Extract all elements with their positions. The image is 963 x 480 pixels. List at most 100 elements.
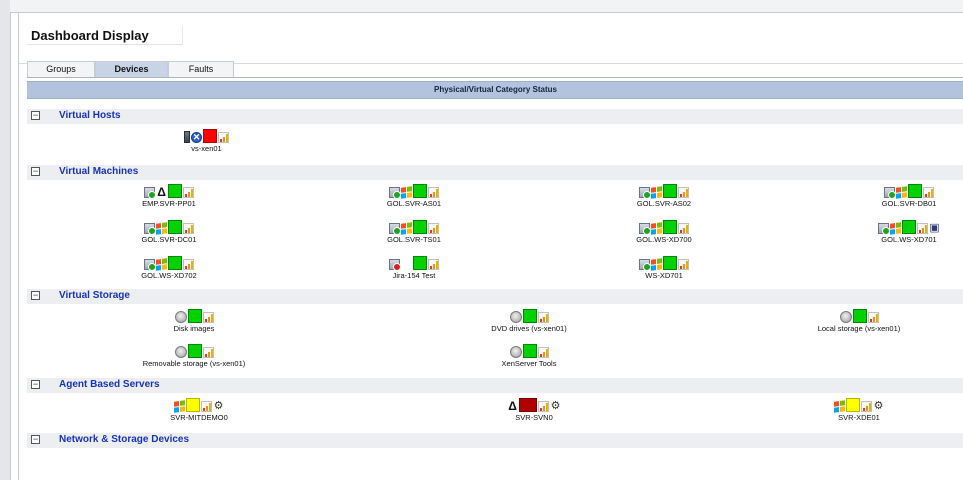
section-title: Virtual Storage bbox=[59, 290, 130, 301]
device-tile[interactable]: Local storage (vs-xen01) bbox=[789, 308, 929, 333]
chart-icon[interactable] bbox=[428, 223, 439, 234]
status-indicator bbox=[413, 184, 427, 198]
device-tile[interactable]: GOL.SVR-AS02 bbox=[614, 183, 714, 208]
device-label[interactable]: EMP.SVR-PP01 bbox=[119, 199, 219, 208]
device-label[interactable]: DVD drives (vs-xen01) bbox=[464, 324, 594, 333]
device-tile[interactable]: GOL.SVR-AS01 bbox=[364, 183, 464, 208]
status-indicator bbox=[663, 256, 677, 270]
device-tile[interactable]: XenServer Tools bbox=[474, 343, 584, 368]
device-label[interactable]: GOL.WS-XD701 bbox=[859, 235, 959, 244]
device-tile[interactable]: Jira-154 Test bbox=[364, 255, 464, 280]
vm-icon bbox=[144, 187, 156, 199]
device-tile[interactable]: ⚙ SVR-XDE01 bbox=[809, 397, 909, 422]
windows-icon bbox=[156, 222, 167, 235]
windows-icon bbox=[896, 186, 907, 199]
agent-icon[interactable]: ⚙ bbox=[550, 401, 561, 412]
device-tile[interactable]: GOL.SVR-TS01 bbox=[364, 219, 464, 244]
blank-icon bbox=[401, 259, 412, 270]
collapse-icon[interactable]: − bbox=[31, 111, 40, 120]
disk-icon bbox=[174, 346, 187, 358]
vm-icon bbox=[639, 223, 651, 235]
linux-icon: Δ bbox=[157, 185, 166, 199]
vm-icon bbox=[389, 223, 401, 235]
status-indicator bbox=[203, 129, 217, 143]
windows-icon bbox=[174, 400, 185, 413]
chart-icon[interactable] bbox=[537, 347, 549, 358]
status-indicator bbox=[522, 309, 537, 323]
collapse-icon[interactable]: − bbox=[31, 435, 40, 444]
chart-icon[interactable] bbox=[678, 187, 689, 198]
device-label[interactable]: GOL.SVR-TS01 bbox=[364, 235, 464, 244]
device-label[interactable]: WS-XD701 bbox=[614, 271, 714, 280]
collapse-icon[interactable]: − bbox=[31, 167, 40, 176]
device-tile[interactable]: Δ ⚙ SVR-SVN0 bbox=[484, 397, 584, 422]
device-label[interactable]: SVR-XDE01 bbox=[809, 413, 909, 422]
chart-icon[interactable] bbox=[428, 259, 439, 270]
status-indicator bbox=[663, 220, 677, 234]
device-label[interactable]: GOL.SVR-DC01 bbox=[119, 235, 219, 244]
tab-devices[interactable]: Devices bbox=[95, 61, 168, 77]
remote-desktop-icon[interactable]: ▣ bbox=[929, 223, 940, 234]
left-frame bbox=[0, 0, 11, 480]
category-status-header: Physical/Virtual Category Status bbox=[27, 81, 963, 99]
chart-icon[interactable] bbox=[678, 223, 689, 234]
chart-icon[interactable] bbox=[183, 187, 194, 198]
windows-icon bbox=[890, 222, 901, 235]
status-indicator bbox=[187, 344, 202, 358]
chart-icon[interactable] bbox=[183, 223, 194, 234]
device-tile[interactable]: GOL.SVR-DC01 bbox=[119, 219, 219, 244]
windows-icon bbox=[651, 258, 662, 271]
device-tile[interactable]: ⚙ SVR-MITDEMO0 bbox=[144, 397, 254, 422]
chart-icon[interactable] bbox=[428, 187, 439, 198]
collapse-icon[interactable]: − bbox=[31, 380, 40, 389]
chart-icon[interactable] bbox=[538, 401, 549, 412]
tab-faults[interactable]: Faults bbox=[168, 61, 234, 77]
chart-icon[interactable] bbox=[861, 401, 872, 412]
device-tile[interactable]: GOL.SVR-DB01 bbox=[859, 183, 959, 208]
device-tile[interactable]: ✕ vs-xen01 bbox=[159, 128, 254, 153]
chart-icon[interactable] bbox=[867, 312, 879, 323]
device-label[interactable]: Disk images bbox=[134, 324, 254, 333]
device-label[interactable]: GOL.SVR-AS02 bbox=[614, 199, 714, 208]
chart-icon[interactable] bbox=[537, 312, 549, 323]
device-label[interactable]: GOL.WS-XD700 bbox=[614, 235, 714, 244]
chart-icon[interactable] bbox=[201, 401, 212, 412]
chart-icon[interactable] bbox=[218, 132, 229, 143]
device-label[interactable]: GOL.SVR-AS01 bbox=[364, 199, 464, 208]
device-label[interactable]: GOL.WS-XD702 bbox=[119, 271, 219, 280]
page-title-box: Dashboard Display bbox=[27, 26, 183, 45]
chart-icon[interactable] bbox=[923, 187, 934, 198]
device-tile[interactable]: DVD drives (vs-xen01) bbox=[464, 308, 594, 333]
agent-icon[interactable]: ⚙ bbox=[213, 401, 224, 412]
chart-icon[interactable] bbox=[183, 259, 194, 270]
device-label[interactable]: vs-xen01 bbox=[159, 144, 254, 153]
vm-icon bbox=[144, 223, 156, 235]
collapse-icon[interactable]: − bbox=[31, 291, 40, 300]
status-indicator bbox=[168, 256, 182, 270]
device-label[interactable]: SVR-MITDEMO0 bbox=[144, 413, 254, 422]
device-tile[interactable]: GOL.WS-XD702 bbox=[119, 255, 219, 280]
device-tile[interactable]: ▣ GOL.WS-XD701 bbox=[859, 219, 959, 244]
chart-icon[interactable] bbox=[202, 347, 214, 358]
status-indicator bbox=[846, 398, 860, 412]
device-label[interactable]: Local storage (vs-xen01) bbox=[789, 324, 929, 333]
section-title: Agent Based Servers bbox=[59, 379, 160, 390]
vm-icon bbox=[389, 259, 401, 271]
device-label[interactable]: Removable storage (vs-xen01) bbox=[124, 359, 264, 368]
device-label[interactable]: XenServer Tools bbox=[474, 359, 584, 368]
device-label[interactable]: Jira-154 Test bbox=[364, 271, 464, 280]
status-indicator bbox=[187, 309, 202, 323]
tab-groups[interactable]: Groups bbox=[27, 61, 95, 77]
chart-icon[interactable] bbox=[202, 312, 214, 323]
device-tile[interactable]: Disk images bbox=[134, 308, 254, 333]
device-label[interactable]: SVR-SVN0 bbox=[484, 413, 584, 422]
chart-icon[interactable] bbox=[917, 223, 928, 234]
device-tile[interactable]: Δ EMP.SVR-PP01 bbox=[119, 183, 219, 208]
section-virtual-machines: − Virtual Machines bbox=[27, 165, 963, 180]
agent-icon[interactable]: ⚙ bbox=[873, 401, 884, 412]
device-tile[interactable]: Removable storage (vs-xen01) bbox=[124, 343, 264, 368]
device-tile[interactable]: WS-XD701 bbox=[614, 255, 714, 280]
device-label[interactable]: GOL.SVR-DB01 bbox=[859, 199, 959, 208]
chart-icon[interactable] bbox=[678, 259, 689, 270]
device-tile[interactable]: GOL.WS-XD700 bbox=[614, 219, 714, 244]
